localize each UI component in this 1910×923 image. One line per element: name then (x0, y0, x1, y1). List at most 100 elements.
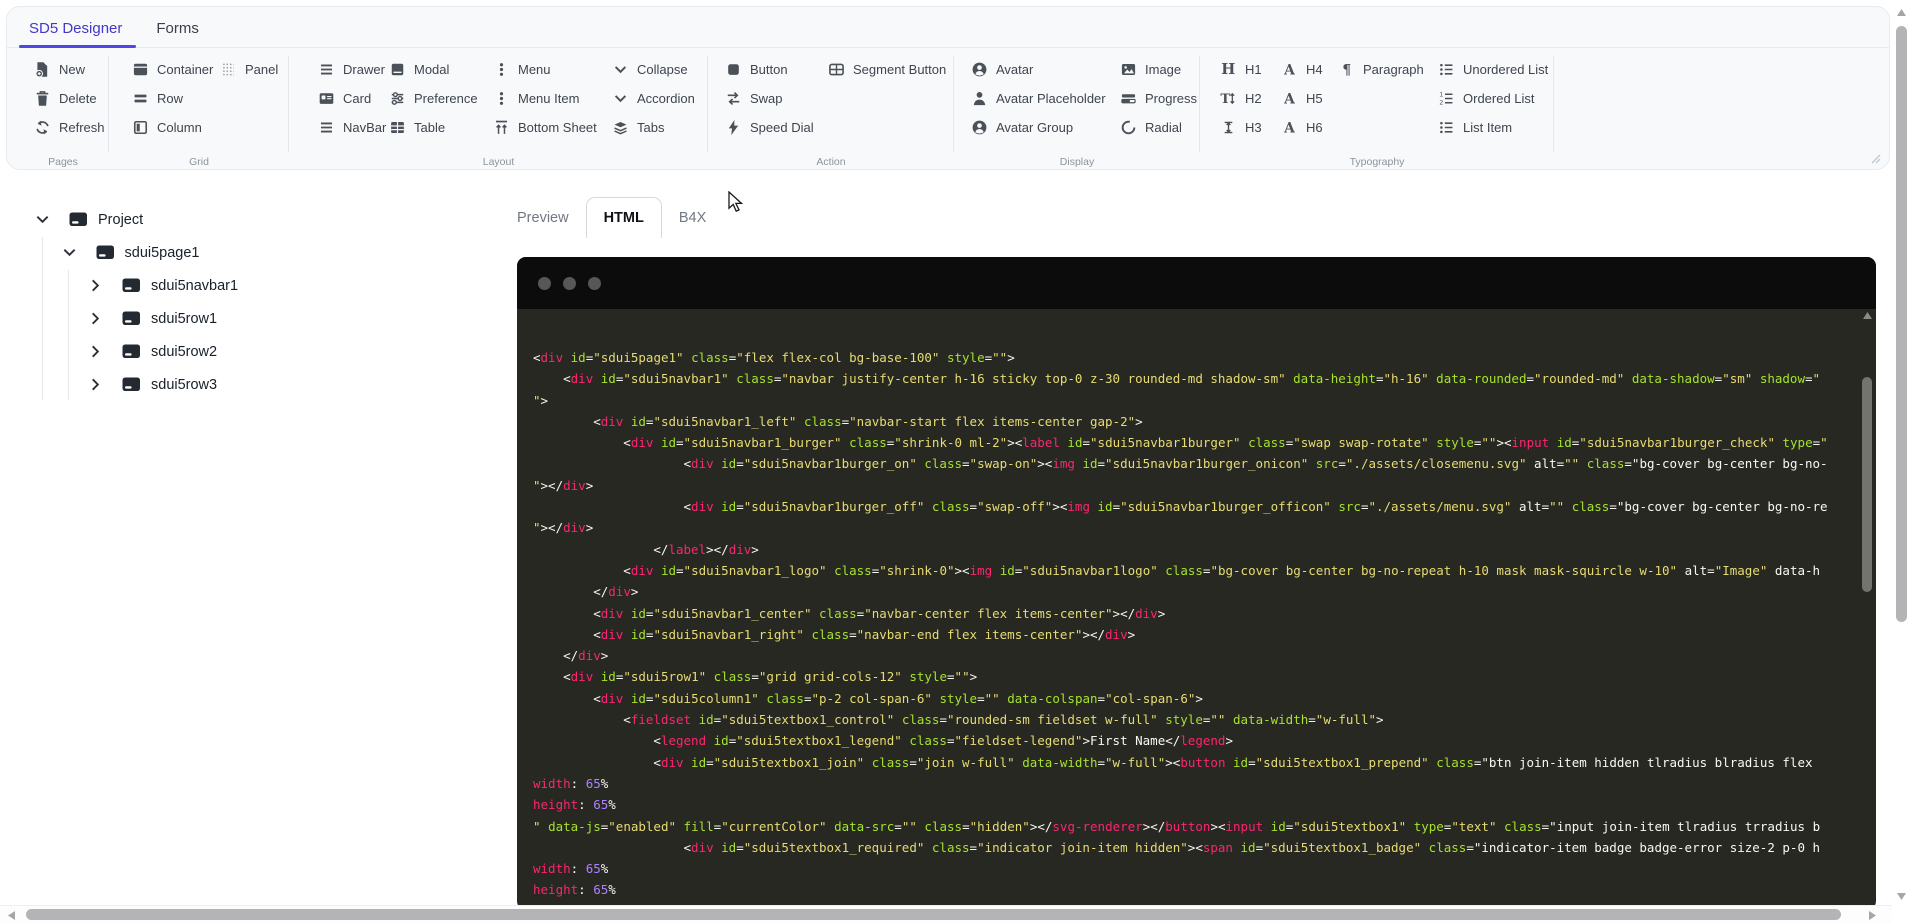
column-button[interactable]: Column (132, 116, 213, 138)
toolbar-group-label: Pages (48, 156, 78, 168)
button-button[interactable]: Button (725, 58, 814, 80)
page-vertical-scrollbar[interactable] (1894, 0, 1909, 923)
code-view[interactable]: <div id="sdui5page1" class="flex flex-co… (533, 347, 1846, 910)
toolbar-button-label: Swap (750, 90, 783, 106)
radial-button[interactable]: Radial (1120, 116, 1197, 138)
scroll-left-icon[interactable] (7, 910, 16, 921)
list-item-button[interactable]: List Item (1438, 116, 1548, 138)
view-tab-bar: Preview HTML B4X (500, 197, 723, 238)
modal-button[interactable]: Modal (389, 58, 478, 80)
view-tab-html[interactable]: HTML (585, 197, 662, 238)
chevron-right-icon[interactable] (87, 277, 104, 294)
h6-button[interactable]: A H6 (1281, 116, 1323, 138)
menu-button[interactable]: Menu (493, 58, 597, 80)
chevron-down-icon[interactable] (61, 244, 78, 261)
accordion-button[interactable]: Accordion (612, 87, 695, 109)
scroll-up-icon[interactable] (1862, 311, 1873, 320)
toolbar-group-action: Button Swap Speed Dial Segment Button Action (708, 48, 954, 170)
toolbar-button-label: Row (157, 90, 184, 106)
toolbar-button-label: Bottom Sheet (518, 119, 597, 135)
avatar-placeholder-button[interactable]: Avatar Placeholder (971, 87, 1106, 109)
button-icon (725, 61, 742, 78)
editor-scrollbar-thumb[interactable] (1862, 377, 1872, 592)
row-button[interactable]: Row (132, 87, 213, 109)
paragraph-button[interactable]: ¶ Paragraph (1338, 58, 1423, 80)
avatar-button[interactable]: Avatar (971, 58, 1106, 80)
svg-text:¶: ¶ (1342, 62, 1351, 78)
h1-icon: H (1220, 61, 1237, 78)
view-tab-b4x[interactable]: B4X (662, 197, 723, 238)
tree-item-sdui5row3[interactable]: sdui5row3 (30, 368, 460, 401)
table-button[interactable]: Table (389, 116, 478, 138)
ordered-list-button[interactable]: 1 2 Ordered List (1438, 87, 1548, 109)
resize-handle-icon[interactable] (1871, 154, 1881, 164)
unordered-list-button[interactable]: Unordered List (1438, 58, 1548, 80)
page-scrollbar-thumb[interactable] (26, 909, 1841, 920)
scroll-up-icon[interactable] (1896, 8, 1907, 17)
new-button[interactable]: New (34, 58, 105, 80)
tabs-button[interactable]: Tabs (612, 116, 695, 138)
refresh-button[interactable]: Refresh (34, 116, 105, 138)
code-line: </label></div> (533, 541, 759, 557)
delete-button[interactable]: Delete (34, 87, 105, 109)
h1-button[interactable]: H H1 (1220, 58, 1262, 80)
toolbar-group-typography: H H1 T H2 H3 A H4 A H5 A H6 ¶ Paragraph Unordered Lis… (1200, 48, 1554, 170)
tree-item-sdui5row2[interactable]: sdui5row2 (30, 335, 460, 368)
view-tab-preview[interactable]: Preview (500, 197, 586, 238)
tree-item-sdui5page1[interactable]: sdui5page1 (30, 236, 460, 269)
toolbar-button-label: Image (1145, 61, 1182, 77)
speed-dial-button[interactable]: Speed Dial (725, 116, 814, 138)
tree-item-label: sdui5page1 (124, 244, 200, 261)
chevron-right-icon[interactable] (87, 343, 104, 360)
ribbon-toolbar: SD5 Designer Forms New Delete Refresh Pages C… (6, 6, 1890, 170)
page-horizontal-scrollbar[interactable] (0, 905, 1892, 923)
avatar-group-icon (971, 119, 988, 136)
progress-button[interactable]: Progress (1120, 87, 1197, 109)
segment-button-button[interactable]: Segment Button (828, 58, 946, 80)
card-button[interactable]: Card (318, 87, 386, 109)
chevron-down-icon[interactable] (34, 211, 51, 228)
toolbar-button-label: Tabs (637, 119, 665, 135)
toolbar-column: ¶ Paragraph (1338, 58, 1423, 87)
toolbar-button-label: H3 (1245, 119, 1262, 135)
panel-button[interactable]: Panel (220, 58, 278, 80)
scroll-down-icon[interactable] (1896, 892, 1907, 901)
navbar-button[interactable]: NavBar (318, 116, 386, 138)
collapse-button[interactable]: Collapse (612, 58, 695, 80)
image-button[interactable]: Image (1120, 58, 1197, 80)
editor-vertical-scrollbar[interactable] (1861, 309, 1874, 902)
toolbar-button-label: H1 (1245, 61, 1262, 77)
tree-item-sdui5row1[interactable]: sdui5row1 (30, 302, 460, 335)
toolbar-button-label: Avatar Group (996, 119, 1074, 135)
chevron-right-icon[interactable] (87, 310, 104, 327)
h3-button[interactable]: H3 (1220, 116, 1262, 138)
navbar-icon (318, 119, 335, 136)
h4-button[interactable]: A H4 (1281, 58, 1323, 80)
code-line: <div id="sdui5column1" class="p-2 col-sp… (533, 690, 1203, 706)
menu-item-button[interactable]: Menu Item (493, 87, 597, 109)
code-line: <div id="sdui5textbox1_join" class="join… (533, 754, 1821, 770)
h2-button[interactable]: T H2 (1220, 87, 1261, 109)
code-line: " data-js="enabled" fill="currentColor" … (533, 818, 1821, 834)
app-tab-forms[interactable]: Forms (156, 20, 199, 47)
toolbar-column: Panel (220, 58, 278, 87)
swap-button[interactable]: Swap (725, 87, 814, 109)
toolbar-button-label: H6 (1306, 119, 1323, 135)
chevron-right-icon[interactable] (87, 376, 104, 393)
bottom-sheet-button[interactable]: Bottom Sheet (493, 116, 597, 138)
toolbar-button-label: Ordered List (1463, 90, 1535, 106)
tree-item-project[interactable]: Project (30, 203, 460, 236)
svg-text:T: T (1220, 91, 1230, 106)
avatar-group-button[interactable]: Avatar Group (971, 116, 1106, 138)
h5-button[interactable]: A H5 (1281, 87, 1322, 109)
scroll-right-icon[interactable] (1868, 910, 1877, 921)
drawer-button[interactable]: Drawer (318, 58, 386, 80)
toolbar-button-label: Panel (245, 61, 279, 77)
app-tab-sd5-designer[interactable]: SD5 Designer (18, 20, 137, 48)
preference-button[interactable]: Preference (389, 87, 478, 109)
container-button[interactable]: Container (132, 58, 213, 80)
page-scrollbar-thumb[interactable] (1896, 26, 1907, 622)
tree-item-sdui5navbar1[interactable]: sdui5navbar1 (30, 269, 460, 302)
toolbar-button-label: H4 (1306, 61, 1323, 77)
mouse-cursor-icon (728, 191, 744, 212)
